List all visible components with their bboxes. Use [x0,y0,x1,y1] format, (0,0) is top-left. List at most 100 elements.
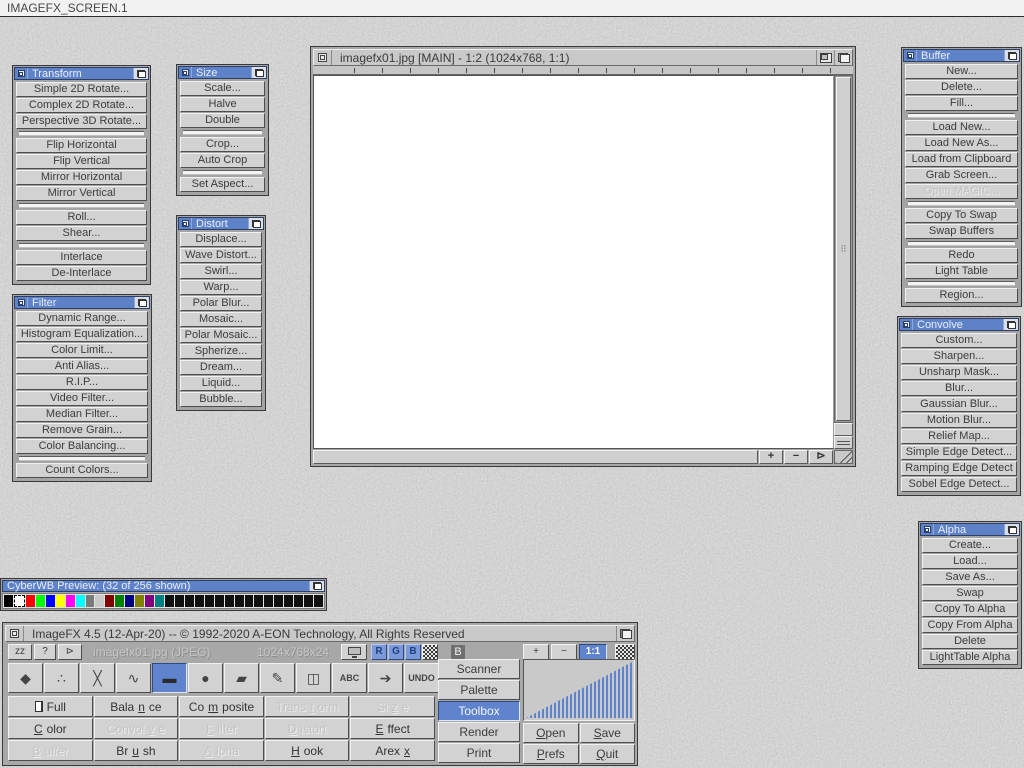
blur-button[interactable]: Blur... [901,381,1017,396]
close-gadget[interactable] [904,50,917,61]
motion-blur-button[interactable]: Motion Blur... [901,413,1017,428]
palette-swatch-4[interactable] [46,595,55,607]
alpha-panel-titlebar[interactable]: Alpha [920,523,1020,536]
load-new-button[interactable]: Load New... [905,120,1018,135]
palette-swatch-30[interactable] [304,595,313,607]
red-channel-button[interactable]: R [371,644,387,660]
close-gadget[interactable] [6,626,24,641]
zoom-gadget[interactable] [816,50,834,65]
unsharp-mask-button[interactable]: Unsharp Mask... [901,365,1017,380]
full-button[interactable]: Full [8,696,93,717]
image-canvas[interactable] [313,75,834,449]
palette-swatch-13[interactable] [135,595,144,607]
remove-grain-button[interactable]: Remove Grain... [16,423,148,438]
color-balancing-button[interactable]: Color Balancing... [16,439,148,454]
sobel-edge-detect-button[interactable]: Sobel Edge Detect... [901,477,1017,492]
palette-swatch-12[interactable] [125,595,134,607]
relief-map-button[interactable]: Relief Map... [901,429,1017,444]
median-filter-button[interactable]: Median Filter... [16,407,148,422]
screen-mode-button[interactable] [341,644,367,660]
close-gadget[interactable] [314,50,332,65]
polar-mosaic-button[interactable]: Polar Mosaic... [180,328,262,343]
buffer-panel-titlebar[interactable]: Buffer [903,49,1020,62]
close-gadget[interactable] [15,68,28,79]
curve-tool[interactable]: ∿ [116,663,151,693]
light-table-button[interactable]: Light Table [905,264,1018,279]
depth-gadget[interactable] [309,581,324,591]
polygon-tool[interactable]: ▰ [224,663,259,693]
flip-vertical-button[interactable]: Flip Vertical [16,154,147,169]
toolbar-titlebar[interactable]: ImageFX 4.5 (12-Apr-20) -- © 1992-2020 A… [5,625,635,642]
resize-corner[interactable] [834,450,853,464]
dither-channel-button[interactable] [422,644,438,660]
warp-button[interactable]: Warp... [180,280,262,295]
copy-to-swap-button[interactable]: Copy To Swap [905,208,1018,223]
freehand-tool[interactable]: ∴ [44,663,79,693]
palette-swatch-31[interactable] [314,595,323,607]
dream-button[interactable]: Dream... [180,360,262,375]
spherize-button[interactable]: Spherize... [180,344,262,359]
swap-button[interactable]: Swap [922,586,1018,601]
depth-gadget[interactable] [251,67,266,78]
palette-swatch-8[interactable] [86,595,95,607]
save-button[interactable]: Save [580,723,636,743]
vertical-scrollbar[interactable]: ⠿ [834,75,853,423]
airbrush-tool[interactable]: ➔ [368,663,403,693]
lighttable-alpha-button[interactable]: LightTable Alpha [922,650,1018,665]
halve-button[interactable]: Halve [180,97,265,112]
palette-swatch-10[interactable] [105,595,114,607]
depth-gadget[interactable] [1004,524,1019,535]
mirror-vertical-button[interactable]: Mirror Vertical [16,186,147,201]
arexx-button[interactable]: Arexx [350,740,435,761]
redo-button[interactable]: Redo [905,248,1018,263]
delete-button[interactable]: Delete... [905,80,1018,95]
simple-2d-rotate-button[interactable]: Simple 2D Rotate... [16,82,147,97]
bubble-button[interactable]: Bubble... [180,392,262,407]
palette-swatch-28[interactable] [284,595,293,607]
palette-swatch-0[interactable] [4,595,13,607]
palette-swatch-3[interactable] [36,595,45,607]
mirror-horizontal-button[interactable]: Mirror Horizontal [16,170,147,185]
palette-swatch-21[interactable] [215,595,224,607]
palette-swatch-14[interactable] [145,595,154,607]
scanner-button[interactable]: Scanner [438,659,520,679]
video-filter-button[interactable]: Video Filter... [16,391,148,406]
displace-button[interactable]: Displace... [180,232,262,247]
mosaic-button[interactable]: Mosaic... [180,312,262,327]
palette-swatch-25[interactable] [254,595,263,607]
palette-swatch-27[interactable] [274,595,283,607]
auto-crop-button[interactable]: Auto Crop [180,153,265,168]
color-limit-button[interactable]: Color Limit... [16,343,148,358]
print-button[interactable]: Print [438,743,520,763]
depth-gadget[interactable] [248,218,263,229]
ramping-edge-detect-button[interactable]: Ramping Edge Detect [901,461,1017,476]
help-button[interactable]: ? [34,644,56,660]
filter-panel-titlebar[interactable]: Filter [14,296,150,309]
palette-swatch-29[interactable] [294,595,303,607]
custom-button[interactable]: Custom... [901,333,1017,348]
sharpen-button[interactable]: Sharpen... [901,349,1017,364]
vertical-scroll-thumb[interactable]: ⠿ [836,77,851,421]
shear-button[interactable]: Shear... [16,226,147,241]
distort-panel-titlebar[interactable]: Distort [178,217,264,230]
zoom-ratio-button[interactable]: 1:1 [579,644,607,660]
zoom-out-button[interactable]: − [784,450,808,464]
complex-2d-rotate-button[interactable]: Complex 2D Rotate... [16,98,147,113]
fill-button[interactable]: Fill... [905,96,1018,111]
transform-panel-titlebar[interactable]: Transform [14,67,149,80]
palette-swatch-2[interactable] [26,595,35,607]
delete-button[interactable]: Delete [922,634,1018,649]
palette-swatch-9[interactable] [95,595,104,607]
ellipse-tool[interactable]: ● [188,663,223,693]
anti-alias-button[interactable]: Anti Alias... [16,359,148,374]
render-button[interactable]: Render [438,722,520,742]
size-panel-titlebar[interactable]: Size [178,66,267,79]
zoom-in-button[interactable]: + [523,644,549,660]
perspective-3d-rotate-button[interactable]: Perspective 3D Rotate... [16,114,147,129]
palette-swatch-15[interactable] [155,595,164,607]
horizontal-scroll-thumb[interactable] [313,450,758,464]
de-interlace-button[interactable]: De-Interlace [16,266,147,281]
new-button[interactable]: New... [905,64,1018,79]
execute-button[interactable]: ⊳ [58,644,82,660]
depth-gadget[interactable] [616,626,634,641]
